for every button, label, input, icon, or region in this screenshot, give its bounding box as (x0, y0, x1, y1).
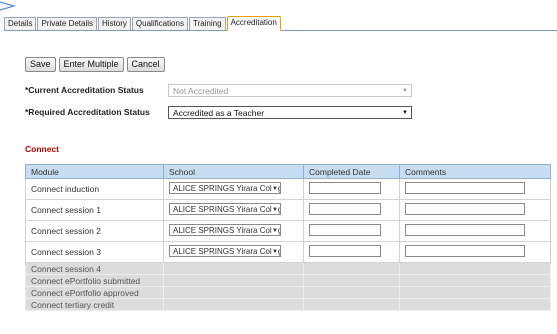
module-name: Connect ePortfolio approved (25, 286, 164, 299)
completed-date-input[interactable] (309, 203, 381, 215)
module-name: Connect ePortfolio submitted (25, 274, 164, 287)
tab-qualifications[interactable]: Qualifications (131, 17, 188, 30)
header-comments: Comments (399, 164, 551, 179)
tab-details[interactable]: Details (4, 17, 37, 30)
dropdown-arrow-icon: ▼ (272, 246, 278, 256)
module-name: Connect tertiary credit (25, 298, 164, 311)
school-value: ALICE SPRINGS Yirara College (173, 226, 281, 235)
school-select[interactable]: ALICE SPRINGS Yirara College ▼ (169, 182, 281, 194)
current-status-value: Not Accredited (173, 86, 229, 96)
table-row: Connect session 1 ALICE SPRINGS Yirara C… (25, 199, 551, 221)
toolbar: Save Enter Multiple Cancel (25, 57, 165, 72)
enter-multiple-button[interactable]: Enter Multiple (58, 57, 124, 72)
school-select[interactable]: ALICE SPRINGS Yirara College ▼ (169, 245, 281, 257)
school-value: ALICE SPRINGS Yirara College (173, 205, 281, 214)
current-status-select: Not Accredited ▼ (168, 84, 412, 97)
comments-input[interactable] (405, 224, 525, 236)
section-title-connect: Connect (25, 144, 59, 154)
tab-history[interactable]: History (98, 17, 131, 30)
dropdown-arrow-icon: ▼ (272, 225, 278, 235)
school-select[interactable]: ALICE SPRINGS Yirara College ▼ (169, 203, 281, 215)
table-row: Connect induction ALICE SPRINGS Yirara C… (25, 178, 551, 200)
pointer-arrow-icon (0, 1, 17, 11)
required-status-select[interactable]: Accredited as a Teacher ▼ (168, 106, 412, 119)
table-row-disabled: Connect ePortfolio submitted (25, 274, 551, 287)
table-header-row: Module School Completed Date Comments (25, 164, 551, 179)
module-name: Connect session 2 (25, 220, 164, 242)
table-row: Connect session 2 ALICE SPRINGS Yirara C… (25, 220, 551, 242)
dropdown-arrow-icon: ▼ (402, 88, 408, 94)
school-value: ALICE SPRINGS Yirara College (173, 247, 281, 256)
connect-modules-table: Module School Completed Date Comments Co… (25, 164, 551, 311)
current-status-label: *Current Accreditation Status (25, 85, 144, 95)
save-button[interactable]: Save (25, 57, 56, 72)
dropdown-arrow-icon: ▼ (402, 110, 408, 116)
tab-accreditation[interactable]: Accreditation (226, 16, 281, 31)
school-select[interactable]: ALICE SPRINGS Yirara College ▼ (169, 224, 281, 236)
comments-input[interactable] (405, 182, 525, 194)
tab-private-details[interactable]: Private Details (37, 17, 98, 30)
table-row: Connect session 3 ALICE SPRINGS Yirara C… (25, 241, 551, 263)
module-name: Connect session 3 (25, 241, 164, 263)
module-name: Connect session 1 (25, 199, 164, 221)
cancel-button[interactable]: Cancel (126, 57, 165, 72)
header-completed-date: Completed Date (303, 164, 400, 179)
module-name: Connect induction (25, 178, 164, 200)
comments-input[interactable] (405, 245, 525, 257)
comments-input[interactable] (405, 203, 525, 215)
header-school: School (163, 164, 304, 179)
table-row-disabled: Connect session 4 (25, 262, 551, 275)
table-row-disabled: Connect ePortfolio approved (25, 286, 551, 299)
tab-bar: Details Private Details History Qualific… (4, 16, 557, 31)
completed-date-input[interactable] (309, 224, 381, 236)
required-status-value: Accredited as a Teacher (173, 108, 265, 118)
header-module: Module (25, 164, 164, 179)
completed-date-input[interactable] (309, 182, 381, 194)
table-row-disabled: Connect tertiary credit (25, 298, 551, 311)
required-status-label: *Required Accreditation Status (25, 107, 150, 117)
completed-date-input[interactable] (309, 245, 381, 257)
school-value: ALICE SPRINGS Yirara College (173, 184, 281, 193)
dropdown-arrow-icon: ▼ (272, 183, 278, 193)
module-name: Connect session 4 (25, 262, 164, 275)
dropdown-arrow-icon: ▼ (272, 204, 278, 214)
tab-training[interactable]: Training (188, 17, 226, 30)
